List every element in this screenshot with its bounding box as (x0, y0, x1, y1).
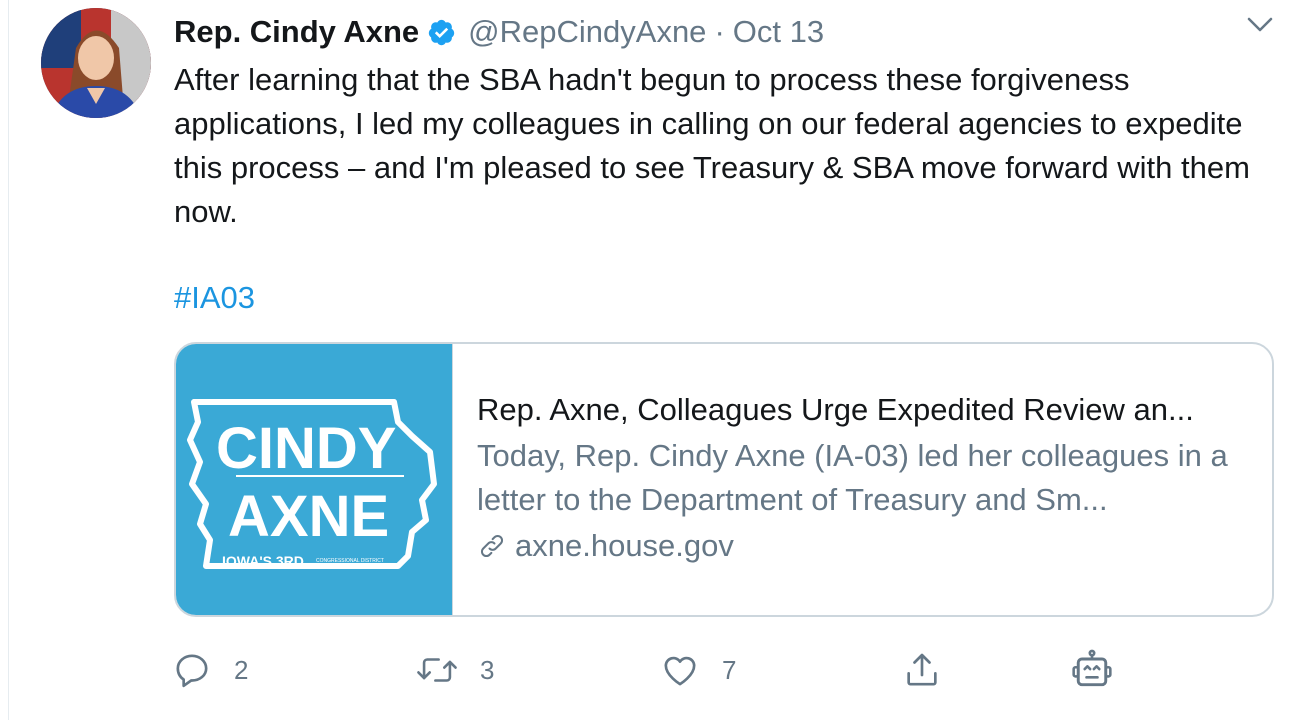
card-title: Rep. Axne, Colleagues Urge Expedited Rev… (477, 392, 1194, 427)
share-button[interactable] (902, 648, 964, 692)
tweet-date[interactable]: Oct 13 (733, 14, 824, 50)
avatar-photo (41, 8, 151, 118)
link-preview-card[interactable]: CINDY AXNE IOWA'S 3RD CONGRESSIONAL DIST… (174, 342, 1274, 617)
card-content: Rep. Axne, Colleagues Urge Expedited Rev… (453, 344, 1253, 615)
timeline-border (8, 0, 9, 720)
hashtag-link[interactable]: #IA03 (174, 276, 255, 320)
retweet-button[interactable]: 3 (416, 648, 494, 692)
card-description: Today, Rep. Cindy Axne (IA-03) led her c… (477, 438, 1228, 517)
separator-dot: · (714, 14, 725, 49)
logo-subtitle: IOWA'S 3RD (222, 553, 304, 569)
logo-line1: CINDY (216, 416, 396, 481)
like-button[interactable]: 7 (660, 648, 736, 692)
bot-icon (1072, 649, 1112, 687)
card-domain-text: axne.house.gov (515, 528, 734, 563)
heart-icon (664, 656, 696, 686)
tweet-text: After learning that the SBA hadn't begun… (174, 62, 1250, 229)
logo-small-text: CONGRESSIONAL DISTRICT (316, 558, 384, 564)
retweet-icon (417, 658, 457, 682)
bot-button[interactable] (1070, 648, 1136, 692)
card-domain: axne.house.gov (477, 524, 1253, 568)
author-name[interactable]: Rep. Cindy Axne (174, 14, 419, 50)
link-icon (480, 534, 504, 558)
logo-line2: AXNE (228, 484, 389, 549)
reply-button[interactable]: 2 (172, 648, 248, 692)
chevron-down-icon[interactable] (1245, 14, 1275, 36)
card-image: CINDY AXNE IOWA'S 3RD CONGRESSIONAL DIST… (176, 344, 453, 615)
reply-count: 2 (234, 654, 249, 685)
author-handle[interactable]: @RepCindyAxne (468, 14, 706, 50)
retweet-count: 3 (480, 654, 495, 685)
avatar[interactable] (41, 8, 151, 118)
cindy-axne-logo: CINDY AXNE IOWA'S 3RD CONGRESSIONAL DIST… (187, 399, 437, 569)
tweet-header: Rep. Cindy Axne @RepCindyAxne · Oct 13 (174, 10, 824, 54)
verified-badge-icon (428, 19, 455, 45)
share-icon (907, 653, 937, 686)
like-count: 7 (722, 654, 737, 685)
tweet-actions: 2 3 7 (172, 648, 1172, 692)
reply-icon (176, 654, 208, 688)
